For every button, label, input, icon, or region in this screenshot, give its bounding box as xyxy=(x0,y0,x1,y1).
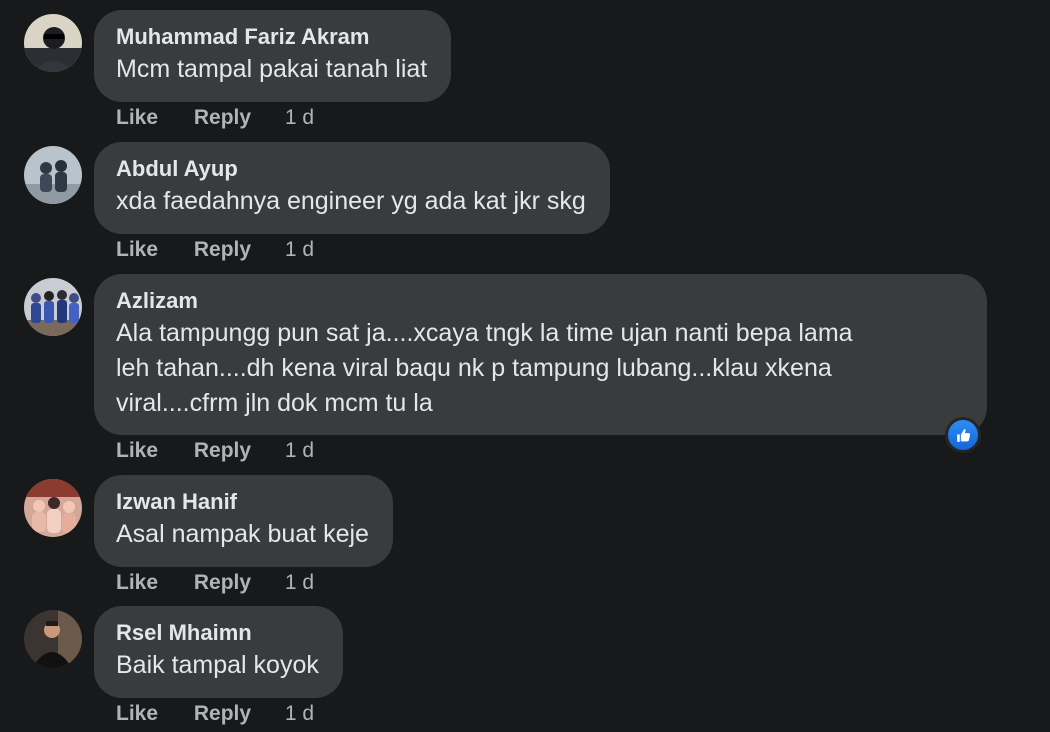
comment-text: Mcm tampal pakai tanah liat xyxy=(116,55,428,83)
user-avatar-icon[interactable] xyxy=(24,146,82,204)
like-reaction-badge[interactable] xyxy=(945,417,981,453)
thumbs-up-icon xyxy=(948,420,978,450)
comment-author[interactable]: Azlizam xyxy=(116,286,963,316)
comment-bubble: Abdul Ayup xda faedahnya engineer yg ada… xyxy=(94,142,610,234)
user-avatar-icon[interactable] xyxy=(24,610,82,668)
user-avatar-icon[interactable] xyxy=(24,479,82,537)
comment-text: Asal nampak buat keje xyxy=(116,520,369,548)
comment-bubble: Muhammad Fariz Akram Mcm tampal pakai ta… xyxy=(94,10,452,102)
reply-button[interactable]: Reply xyxy=(194,568,251,598)
reply-button[interactable]: Reply xyxy=(194,436,251,466)
comment-author[interactable]: Rsel Mhaimn xyxy=(116,618,319,648)
comment-timestamp[interactable]: 1 d xyxy=(285,699,314,729)
comment-timestamp[interactable]: 1 d xyxy=(285,436,314,466)
like-button[interactable]: Like xyxy=(116,699,158,729)
comment-actions: Like Reply 1 d xyxy=(116,235,314,265)
reply-button[interactable]: Reply xyxy=(194,699,251,729)
comment-text: xda faedahnya engineer yg ada kat jkr sk… xyxy=(116,187,586,215)
comment-thread: Muhammad Fariz Akram Mcm tampal pakai ta… xyxy=(0,0,1050,732)
comment-bubble: Rsel Mhaimn Baik tampal koyok xyxy=(94,606,343,698)
like-button[interactable]: Like xyxy=(116,436,158,466)
comment-text: Baik tampal koyok xyxy=(116,651,319,679)
comment-text: Ala tampungg pun sat ja....xcaya tngk la… xyxy=(116,319,853,417)
comment-actions: Like Reply 1 d xyxy=(116,699,314,729)
comment-author[interactable]: Izwan Hanif xyxy=(116,487,369,517)
reply-button[interactable]: Reply xyxy=(194,103,251,133)
comment-timestamp[interactable]: 1 d xyxy=(285,103,314,133)
comment-author[interactable]: Muhammad Fariz Akram xyxy=(116,22,427,52)
like-button[interactable]: Like xyxy=(116,103,158,133)
comment-timestamp[interactable]: 1 d xyxy=(285,568,314,598)
like-button[interactable]: Like xyxy=(116,235,158,265)
comment-timestamp[interactable]: 1 d xyxy=(285,235,314,265)
user-avatar-icon[interactable] xyxy=(24,14,82,72)
comment-actions: Like Reply 1 d xyxy=(116,436,314,466)
comment-author[interactable]: Abdul Ayup xyxy=(116,154,586,184)
like-button[interactable]: Like xyxy=(116,568,158,598)
comment-actions: Like Reply 1 d xyxy=(116,103,314,133)
comment-actions: Like Reply 1 d xyxy=(116,568,314,598)
reply-button[interactable]: Reply xyxy=(194,235,251,265)
user-avatar-icon[interactable] xyxy=(24,278,82,336)
comment-bubble: Izwan Hanif Asal nampak buat keje xyxy=(94,475,393,567)
comment-bubble: Azlizam Ala tampungg pun sat ja....xcaya… xyxy=(94,274,987,435)
